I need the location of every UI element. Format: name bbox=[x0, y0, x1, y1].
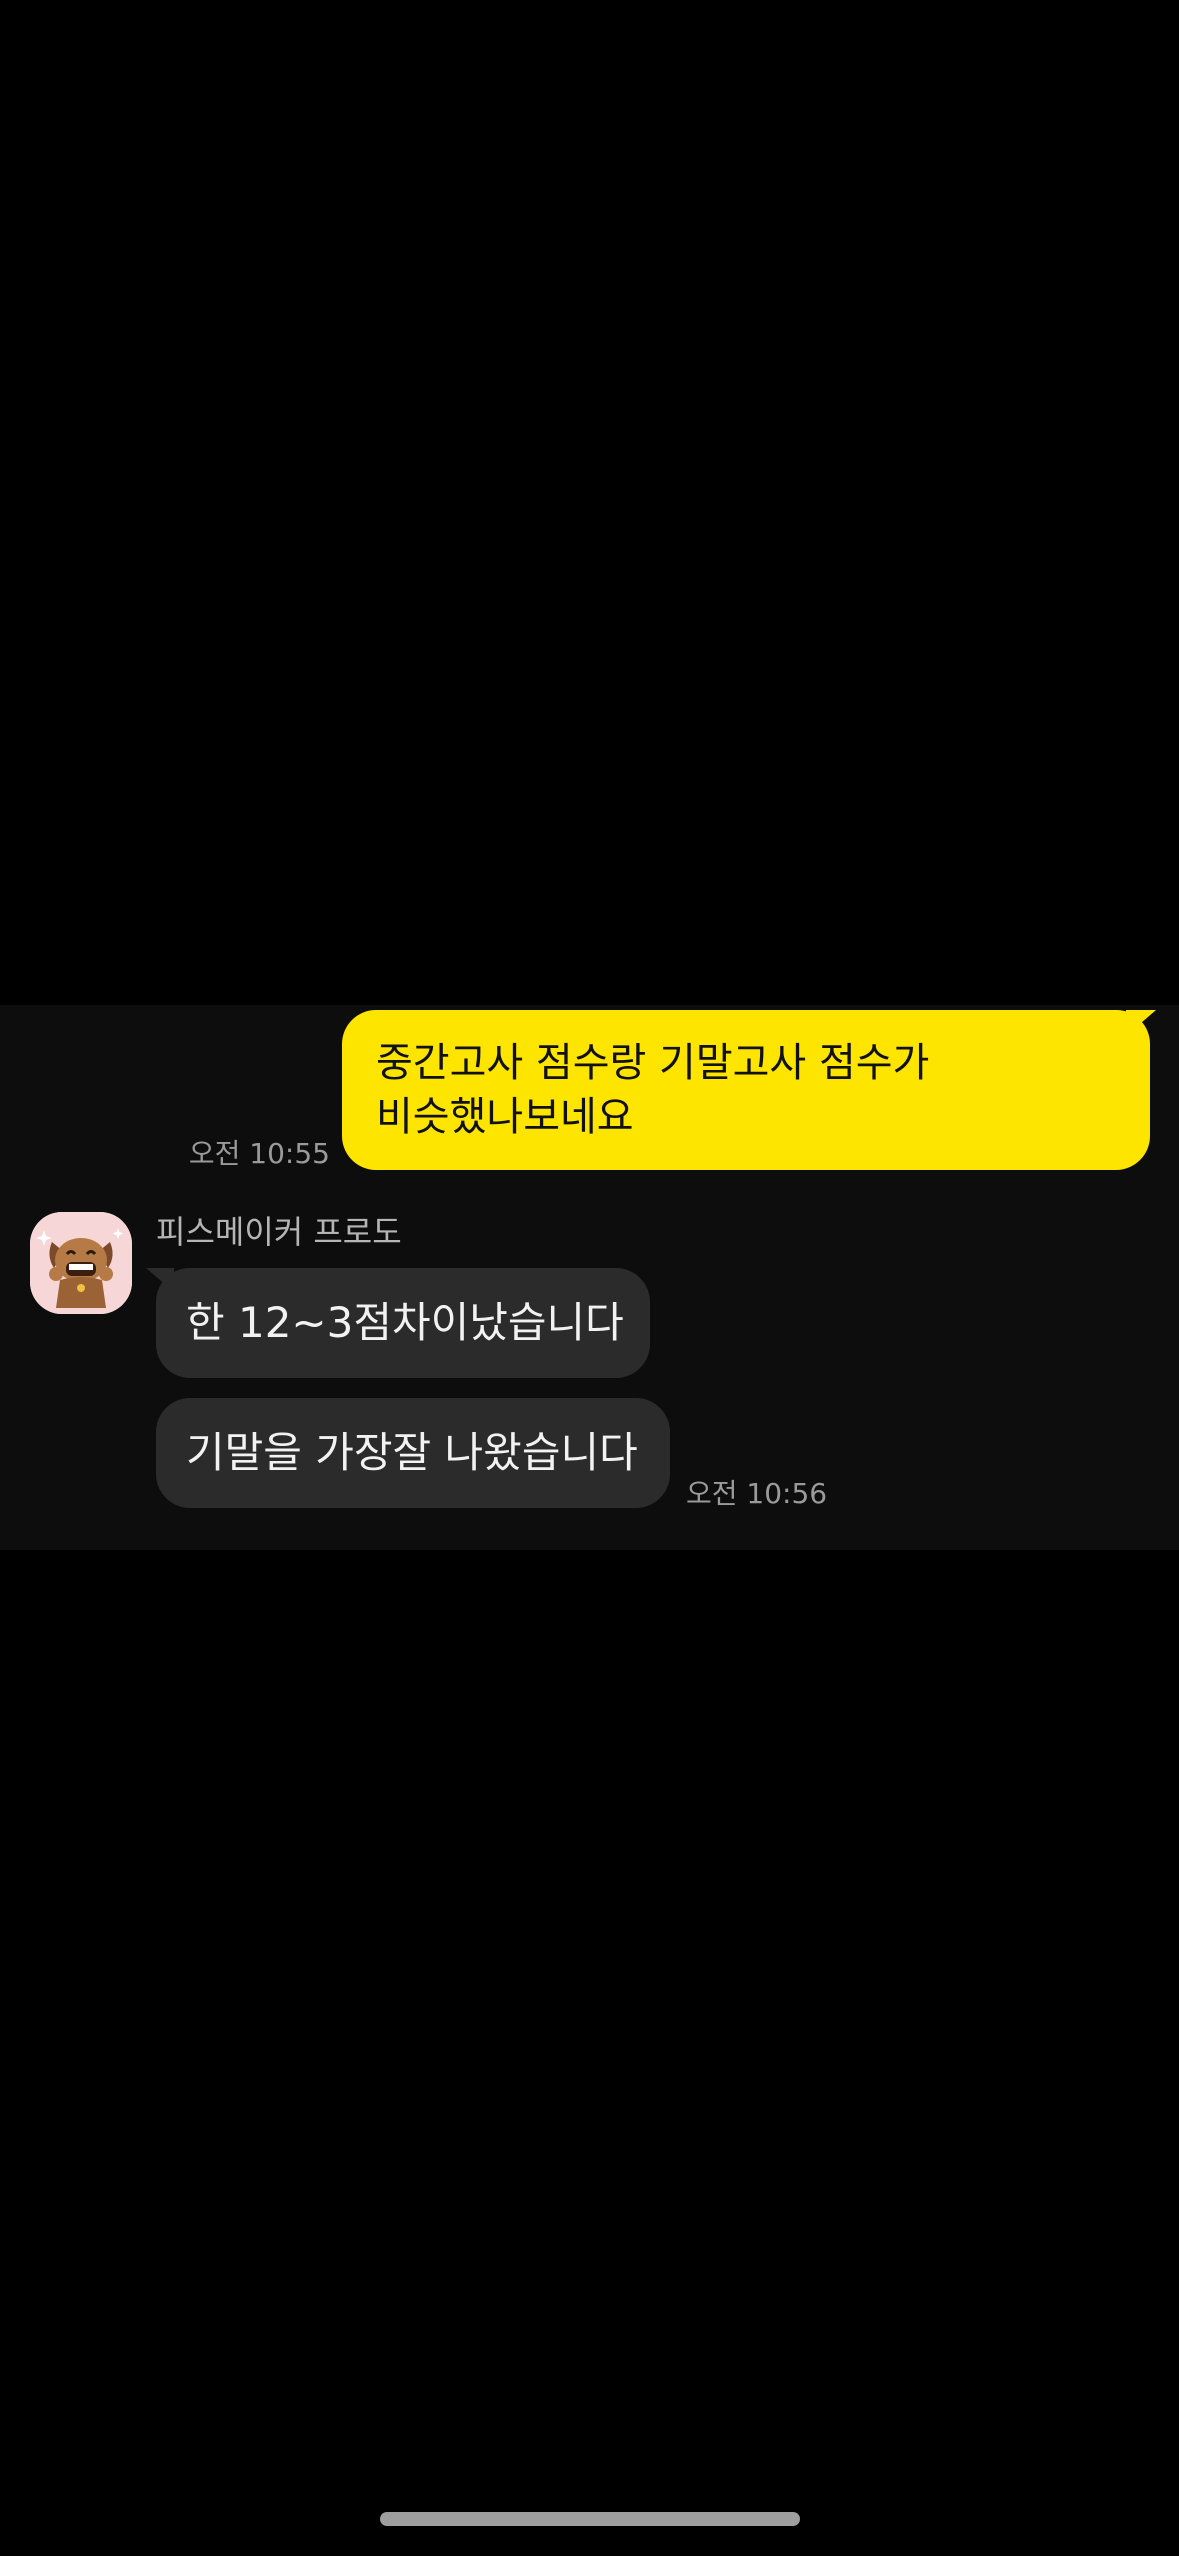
sender-avatar[interactable] bbox=[30, 1212, 132, 1314]
dog-character-avatar-icon bbox=[30, 1212, 132, 1314]
incoming-message-bubble[interactable]: 한 12~3점차이났습니다 bbox=[156, 1268, 650, 1378]
outgoing-message-bubble[interactable]: 중간고사 점수랑 기말고사 점수가 비슷했나보네요 bbox=[342, 1010, 1150, 1170]
incoming-message-time: 오전 10:56 bbox=[686, 1477, 828, 1510]
sender-name: 피스메이커 프로도 bbox=[156, 1213, 402, 1251]
home-indicator[interactable] bbox=[380, 2512, 800, 2526]
incoming-message-bubble[interactable]: 기말을 가장잘 나왔습니다 bbox=[156, 1398, 670, 1508]
outgoing-message-time: 오전 10:55 bbox=[188, 1137, 330, 1170]
